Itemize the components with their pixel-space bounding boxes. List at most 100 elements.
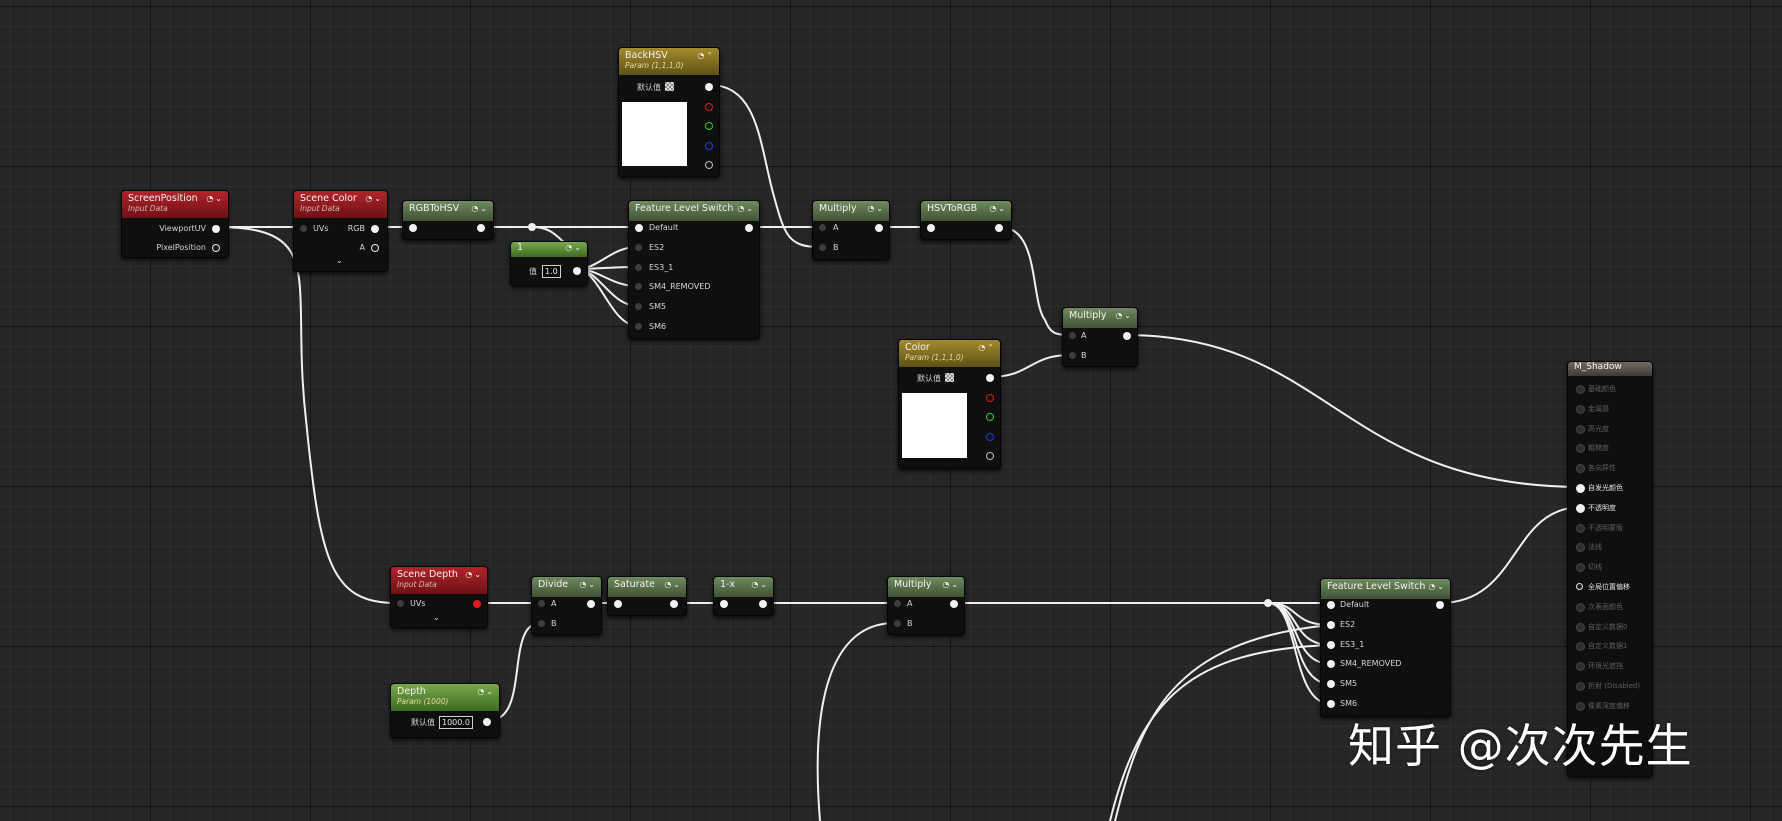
material-input-pin[interactable] xyxy=(1576,602,1585,612)
node-multiply-top[interactable]: Multiply ◔⌄ A B xyxy=(812,200,890,260)
input-pin-default[interactable] xyxy=(1327,601,1335,609)
node-controls[interactable]: ◔⌄ xyxy=(737,204,755,213)
node-header[interactable]: Saturate ◔⌄ xyxy=(608,577,686,597)
material-input-pin[interactable] xyxy=(1576,682,1585,691)
node-depth-param[interactable]: Depth Param (1000) ◔⌄ 默认值 1000.0 xyxy=(390,683,500,738)
node-controls[interactable]: ◔⌄ xyxy=(565,243,583,252)
material-input-pin[interactable] xyxy=(1576,444,1585,454)
material-input-pin[interactable] xyxy=(1576,484,1585,493)
material-input-pin[interactable] xyxy=(1576,404,1585,414)
material-input-pin[interactable] xyxy=(1576,583,1583,590)
output-pin-rgba[interactable] xyxy=(705,83,713,91)
output-pin[interactable] xyxy=(759,600,767,608)
input-pin[interactable] xyxy=(720,600,728,608)
material-pin-row[interactable]: 各向异性 xyxy=(1576,463,1616,474)
material-pin-row[interactable]: 不透明蒙版 xyxy=(1576,523,1623,533)
output-pin[interactable] xyxy=(670,600,678,608)
input-pin-a[interactable] xyxy=(538,600,545,607)
value-field[interactable]: 1.0 xyxy=(542,265,561,278)
node-controls[interactable]: ◔⌄ xyxy=(579,580,597,589)
node-header[interactable]: RGBToHSV ◔⌄ xyxy=(403,201,493,221)
material-pin-row[interactable]: 环境光遮挡 xyxy=(1576,661,1623,672)
material-input-pin[interactable] xyxy=(1576,523,1585,533)
output-pin-b[interactable] xyxy=(986,433,994,441)
output-pin[interactable] xyxy=(587,600,595,608)
input-pin-es2[interactable] xyxy=(635,244,642,251)
node-screen-position[interactable]: ScreenPosition Input Data ◔⌄ ViewportUV … xyxy=(121,190,229,258)
node-header[interactable]: Feature Level Switch ◔⌄ xyxy=(629,201,759,221)
expand-chevron-icon[interactable]: ⌄ xyxy=(433,613,440,622)
node-header[interactable]: HSVToRGB ◔⌄ xyxy=(921,201,1011,221)
output-pin-rgba[interactable] xyxy=(986,374,994,382)
node-header[interactable]: 1 ◔⌄ xyxy=(511,242,587,257)
material-pin-row[interactable]: 不透明度 xyxy=(1576,503,1616,513)
input-pin-b[interactable] xyxy=(894,620,901,627)
node-constant-one[interactable]: 1 ◔⌄ 值 1.0 xyxy=(510,241,588,286)
node-controls[interactable]: ◔⌃ xyxy=(978,343,996,352)
node-header[interactable]: 1-x ◔⌄ xyxy=(714,577,773,597)
node-header[interactable]: Depth Param (1000) ◔⌄ xyxy=(391,684,499,711)
input-pin[interactable] xyxy=(614,600,622,608)
node-header[interactable]: Multiply ◔⌄ xyxy=(1063,308,1137,328)
node-controls[interactable]: ◔⌄ xyxy=(471,204,489,213)
output-pin-a[interactable] xyxy=(371,244,379,252)
output-pin[interactable] xyxy=(745,224,753,232)
color-swatch[interactable] xyxy=(622,102,687,166)
node-controls[interactable]: ◔⌃ xyxy=(697,51,715,60)
input-pin-b[interactable] xyxy=(1069,352,1076,359)
node-back-hsv[interactable]: BackHSV Param (1,1,1,0) ◔⌃ 默认值 xyxy=(618,47,720,177)
node-header[interactable]: Multiply ◔⌄ xyxy=(813,201,889,221)
material-pin-row[interactable]: 金属感 xyxy=(1576,404,1609,414)
material-pin-row[interactable]: 全局位置偏移 xyxy=(1576,582,1630,592)
output-pin[interactable] xyxy=(1123,332,1131,340)
material-pin-row[interactable]: 折射 (Disabled) xyxy=(1576,681,1640,691)
material-pin-row[interactable]: 自定义数据0 xyxy=(1576,622,1627,632)
output-pin-b[interactable] xyxy=(705,142,713,150)
input-pin-sm6[interactable] xyxy=(1327,700,1335,708)
node-hsv-to-rgb[interactable]: HSVToRGB ◔⌄ xyxy=(920,200,1012,240)
color-picker-icon[interactable] xyxy=(665,82,674,91)
node-controls[interactable]: ◔⌄ xyxy=(206,194,224,203)
input-pin-default[interactable] xyxy=(635,224,643,232)
node-feature-level-switch-top[interactable]: Feature Level Switch ◔⌄ Default ES2 ES3_… xyxy=(628,200,760,339)
output-pin-pixelposition[interactable] xyxy=(212,244,220,252)
input-pin-a[interactable] xyxy=(819,224,826,231)
material-input-pin[interactable] xyxy=(1576,385,1585,394)
input-pin-sm4[interactable] xyxy=(1327,660,1335,668)
node-header[interactable]: Scene Depth Input Data ◔⌄ xyxy=(391,567,487,594)
color-picker-icon[interactable] xyxy=(945,373,954,382)
node-divide[interactable]: Divide ◔⌄ A B xyxy=(531,576,602,635)
material-pin-row[interactable]: 基础颜色 xyxy=(1576,384,1616,394)
material-input-pin[interactable] xyxy=(1576,642,1585,652)
node-controls[interactable]: ◔⌄ xyxy=(867,204,885,213)
output-pin[interactable] xyxy=(1436,601,1444,609)
material-input-pin[interactable] xyxy=(1576,622,1585,632)
node-header[interactable]: Feature Level Switch ◔⌄ xyxy=(1321,579,1450,599)
material-input-pin[interactable] xyxy=(1576,563,1585,573)
output-pin-a[interactable] xyxy=(986,452,994,460)
output-pin[interactable] xyxy=(477,224,485,232)
node-controls[interactable]: ◔⌄ xyxy=(989,204,1007,213)
material-pin-row[interactable]: 次表面颜色 xyxy=(1576,602,1623,612)
output-pin-rgb[interactable] xyxy=(371,225,379,233)
material-pin-row[interactable]: 自发光颜色 xyxy=(1576,483,1623,493)
material-pin-row[interactable]: 切线 xyxy=(1576,562,1602,573)
output-pin[interactable] xyxy=(950,600,958,608)
node-scene-color[interactable]: Scene Color Input Data ◔⌄ UVs RGB A ⌄ xyxy=(293,190,388,272)
node-controls[interactable]: ◔⌄ xyxy=(1428,582,1446,591)
node-header[interactable]: BackHSV Param (1,1,1,0) ◔⌃ xyxy=(619,48,719,75)
material-pin-row[interactable]: 粗糙度 xyxy=(1576,443,1609,454)
material-input-pin[interactable] xyxy=(1576,662,1585,672)
output-pin[interactable] xyxy=(573,267,581,275)
node-header[interactable]: M_Shadow xyxy=(1568,362,1652,376)
node-color-param[interactable]: Color Param (1,1,1,0) ◔⌃ 默认值 xyxy=(898,339,1001,469)
output-pin-g[interactable] xyxy=(705,122,713,130)
material-input-pin[interactable] xyxy=(1576,424,1585,434)
input-pin-sm5[interactable] xyxy=(1327,680,1335,688)
node-scene-depth[interactable]: Scene Depth Input Data ◔⌄ UVs ⌄ xyxy=(390,566,488,628)
node-controls[interactable]: ◔⌄ xyxy=(664,580,682,589)
node-controls[interactable]: ◔⌄ xyxy=(365,194,383,203)
node-header[interactable]: ScreenPosition Input Data ◔⌄ xyxy=(122,191,228,218)
material-graph-canvas[interactable]: ScreenPosition Input Data ◔⌄ ViewportUV … xyxy=(0,0,1782,821)
material-pin-row[interactable]: 法线 xyxy=(1576,542,1602,553)
